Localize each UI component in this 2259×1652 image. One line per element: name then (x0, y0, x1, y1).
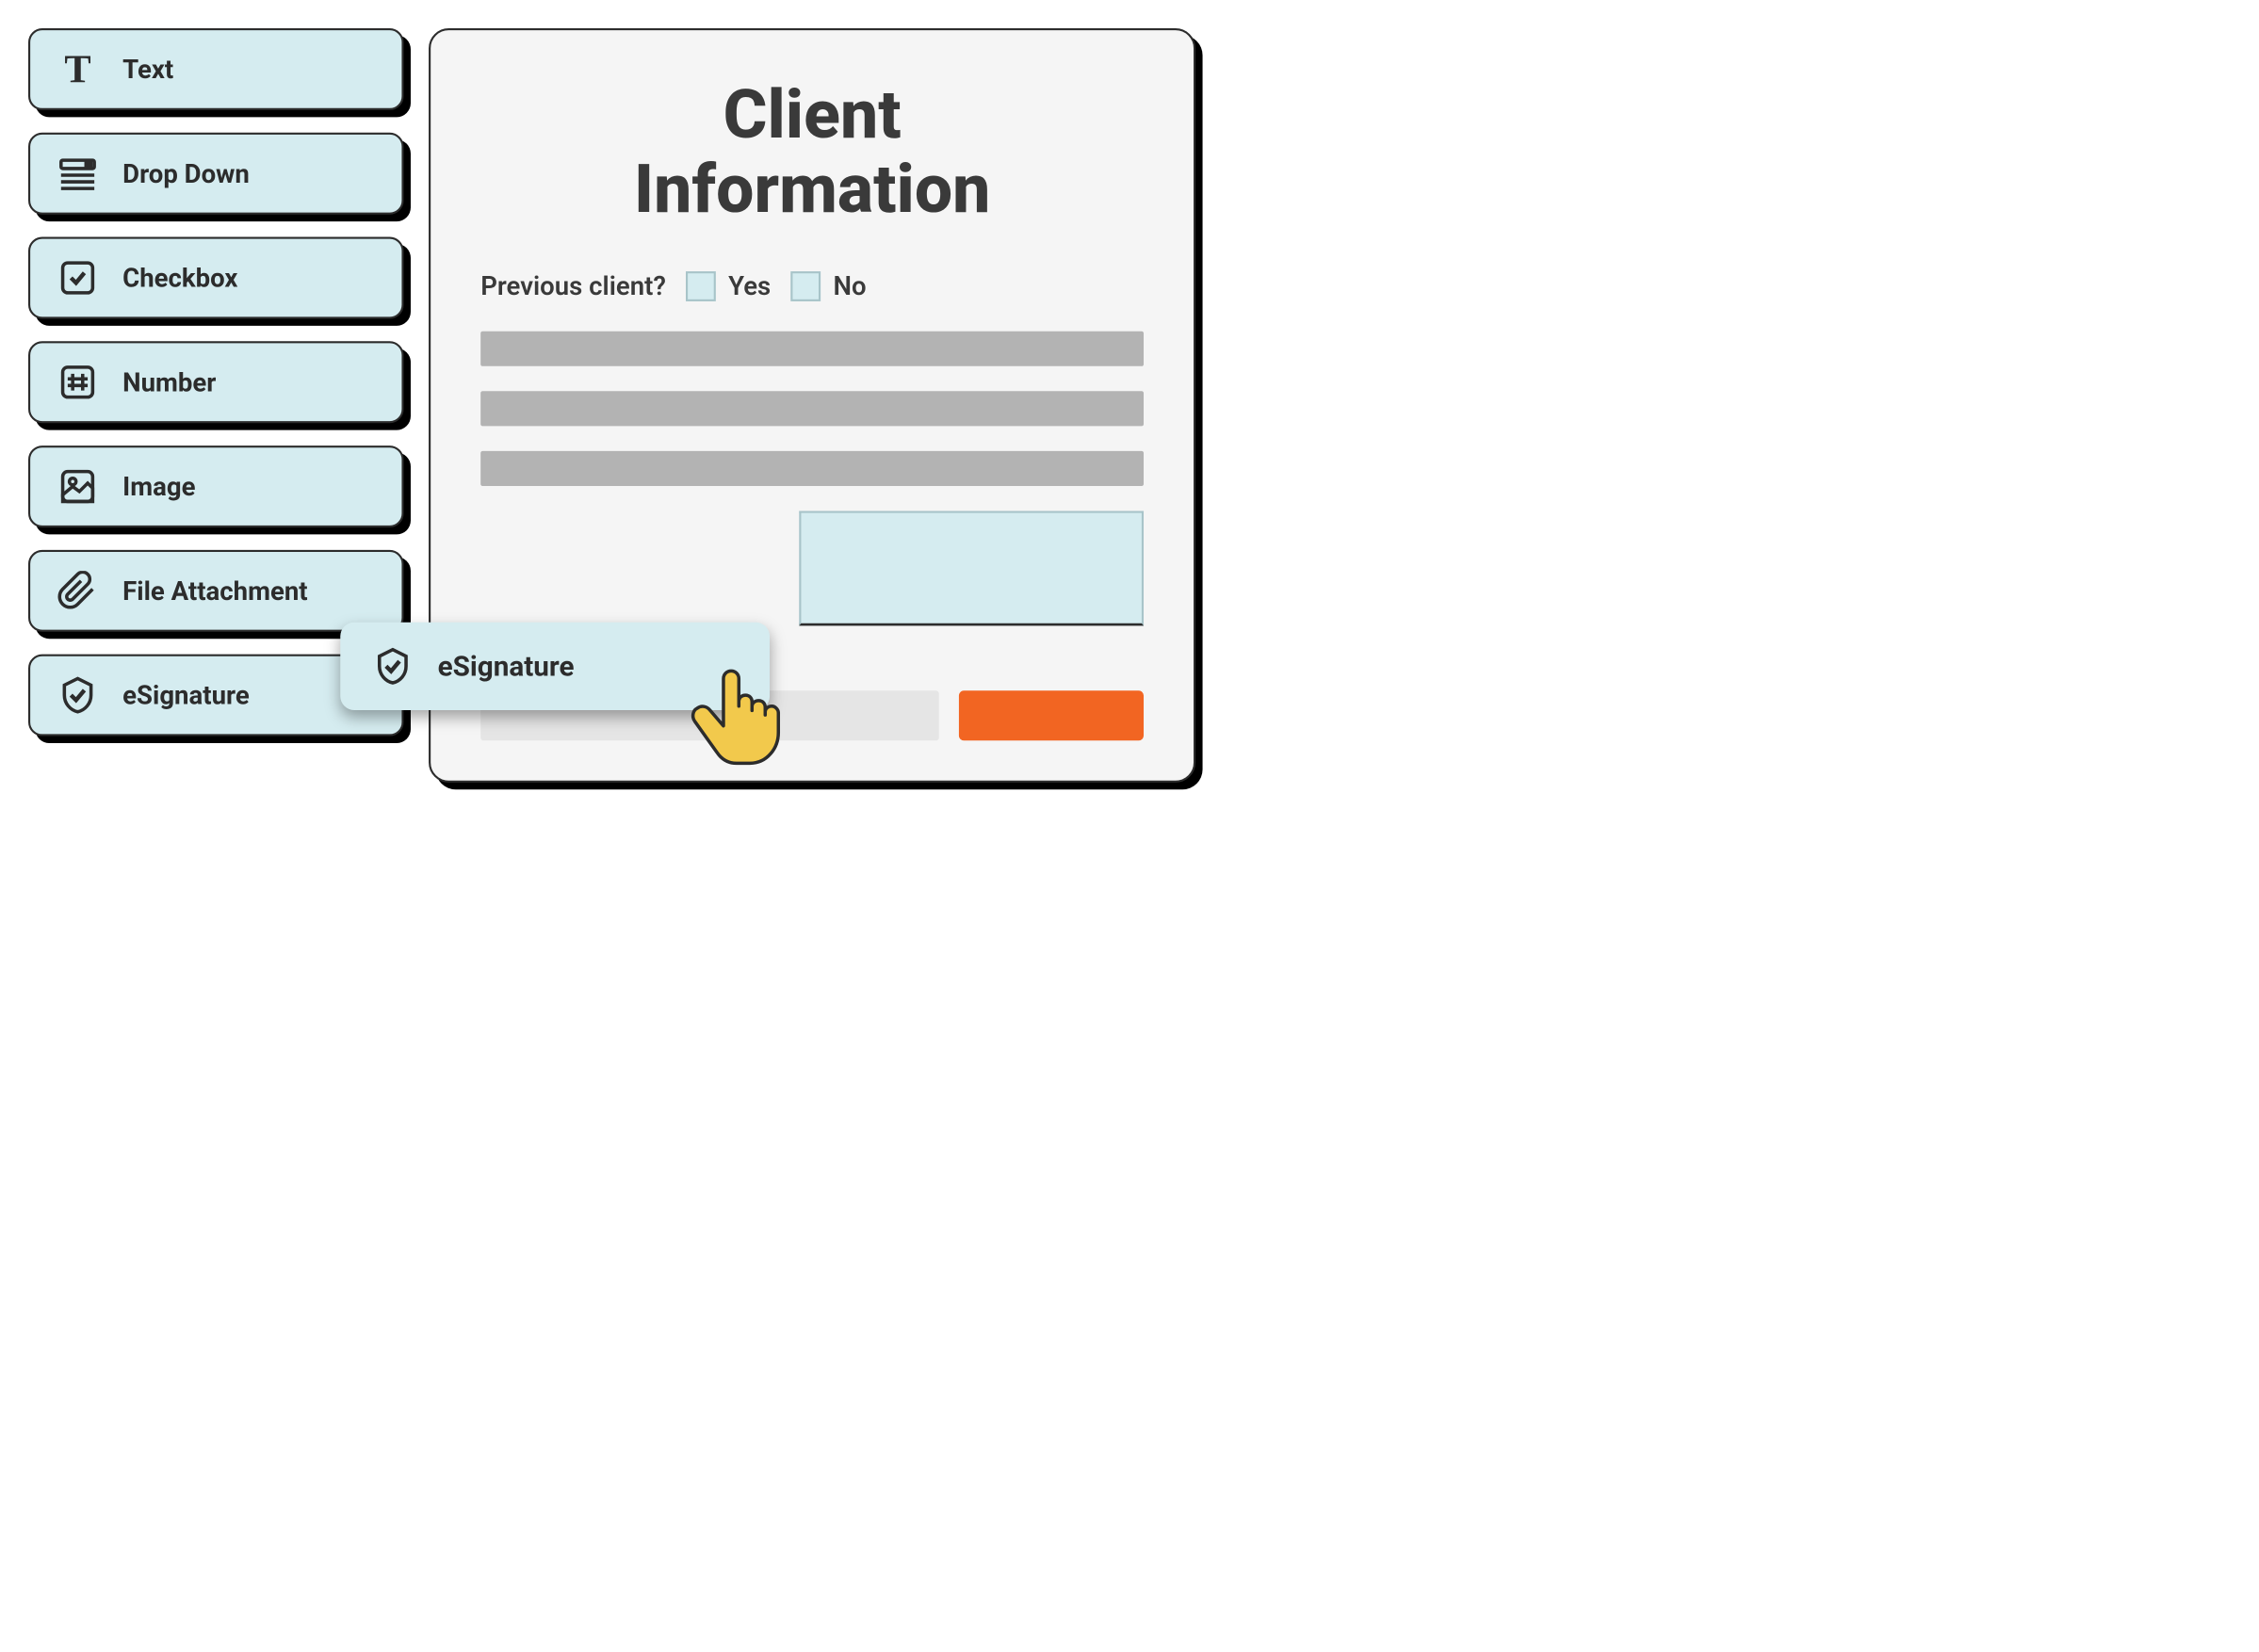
previous-client-question: Previous client? Yes No (480, 271, 1144, 301)
field-block-dropdown[interactable]: Drop Down (28, 133, 404, 215)
text-icon: T (57, 49, 97, 89)
cursor-hand-icon (677, 662, 788, 772)
field-label: Checkbox (122, 263, 237, 293)
form-title: Client Information (480, 77, 1144, 225)
option-no[interactable]: No (790, 271, 866, 301)
field-label: File Attachment (122, 575, 307, 606)
checkbox-icon (57, 258, 97, 298)
checkbox-no[interactable] (790, 271, 821, 301)
form-field-placeholder[interactable] (480, 451, 1144, 486)
field-label: Text (122, 54, 173, 84)
field-label: eSignature (122, 680, 250, 710)
field-block-attachment[interactable]: File Attachment (28, 550, 404, 632)
field-block-image[interactable]: Image (28, 445, 404, 527)
number-icon (57, 363, 97, 402)
question-label: Previous client? (480, 271, 666, 301)
submit-button[interactable] (959, 690, 1144, 740)
field-label: Drop Down (122, 158, 250, 188)
field-block-checkbox[interactable]: Checkbox (28, 237, 404, 319)
image-icon (57, 466, 97, 506)
dropdown-icon (57, 154, 97, 193)
field-label: Image (122, 471, 195, 501)
esignature-icon (373, 646, 413, 686)
esignature-icon (57, 675, 97, 715)
svg-text:T: T (64, 49, 90, 89)
attachment-icon (57, 571, 97, 610)
field-label: eSignature (438, 650, 575, 683)
checkbox-yes[interactable] (686, 271, 716, 301)
form-field-placeholder[interactable] (480, 332, 1144, 366)
signature-dropzone[interactable] (799, 511, 1144, 626)
form-field-placeholder[interactable] (480, 391, 1144, 426)
option-yes[interactable]: Yes (686, 271, 771, 301)
field-block-number[interactable]: Number (28, 341, 404, 423)
field-label: Number (122, 367, 216, 397)
field-block-text[interactable]: T Text (28, 28, 404, 110)
